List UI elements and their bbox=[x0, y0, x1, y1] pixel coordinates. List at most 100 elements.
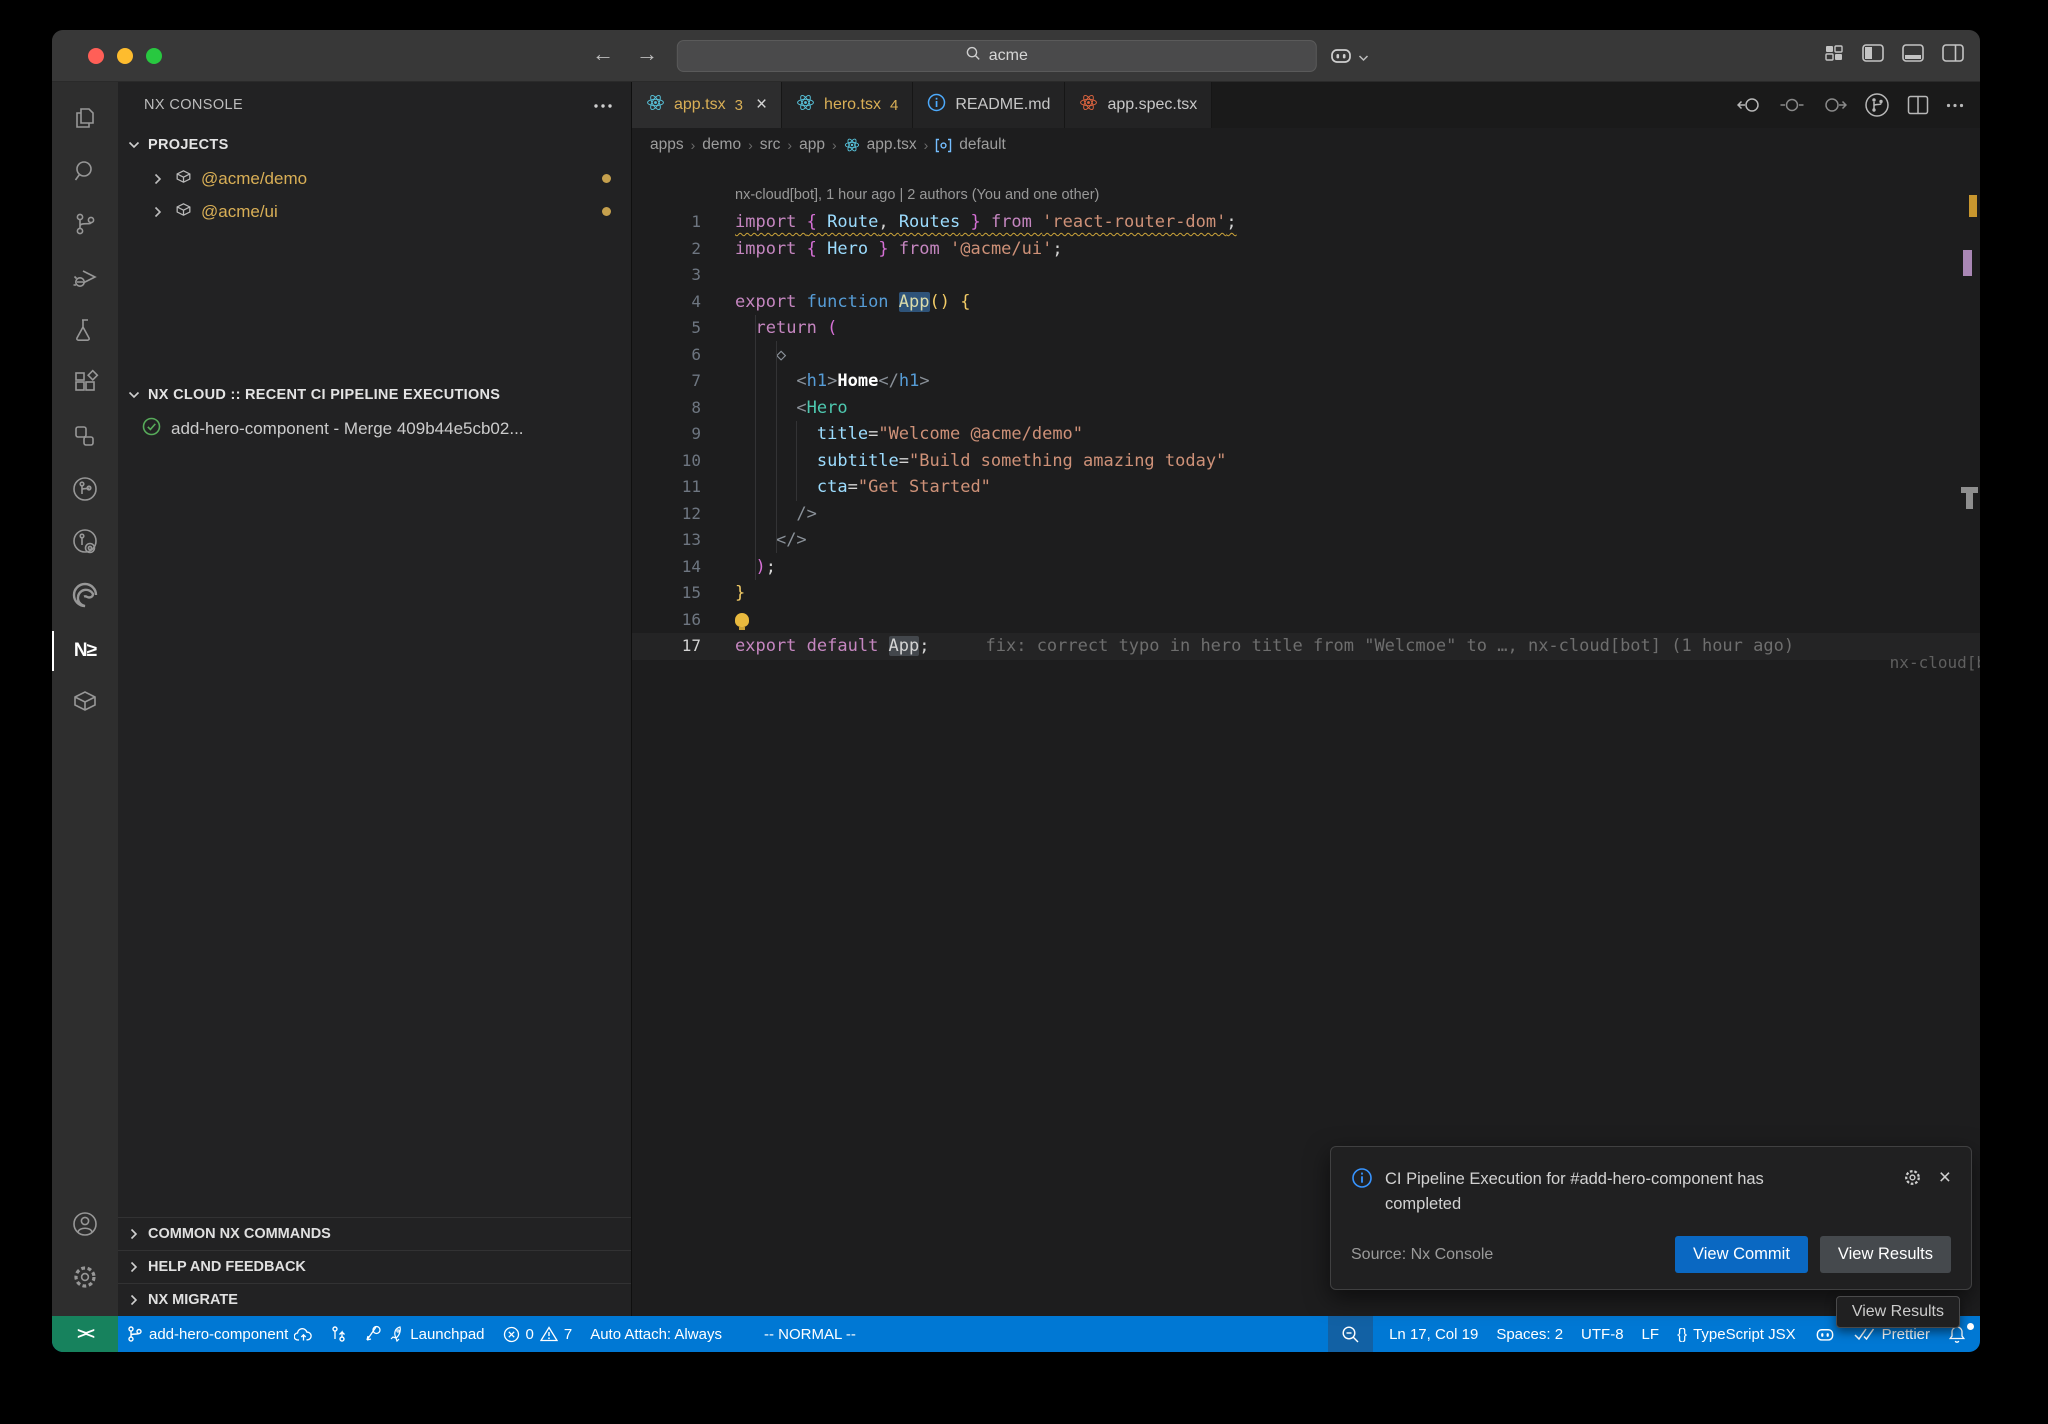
tab-app-spec-tsx[interactable]: app.spec.tsx bbox=[1065, 82, 1212, 128]
forward-button[interactable]: → bbox=[636, 41, 658, 67]
sidebar-item-nx-console[interactable]: N≥ bbox=[52, 624, 118, 677]
code-line-4[interactable]: 4export function App() { bbox=[632, 289, 1980, 316]
code-line-8[interactable]: 8 <Hero bbox=[632, 395, 1980, 422]
settings-gear-icon bbox=[70, 1262, 100, 1297]
section-projects[interactable]: PROJECTS bbox=[118, 128, 631, 162]
git-compare-icon bbox=[331, 1325, 346, 1343]
current-change-icon[interactable] bbox=[1780, 96, 1804, 114]
breadcrumb-item[interactable]: demo bbox=[702, 136, 741, 154]
view-commit-button[interactable]: View Commit bbox=[1675, 1236, 1808, 1273]
react-icon bbox=[1079, 93, 1098, 117]
zoom-window-button[interactable] bbox=[146, 48, 162, 64]
tab-hero-tsx[interactable]: hero.tsx 4 bbox=[782, 82, 913, 128]
language-status-item[interactable]: {} TypeScript JSX bbox=[1668, 1316, 1805, 1352]
notification-settings-gear-icon[interactable] bbox=[1902, 1167, 1923, 1193]
tab-readme-md[interactable]: README.md bbox=[913, 82, 1065, 128]
project-item-acme-demo[interactable]: @acme/demo bbox=[118, 162, 631, 195]
cursor-position-status-item[interactable]: Ln 17, Col 19 bbox=[1373, 1316, 1487, 1352]
remote-indicator[interactable]: >< bbox=[52, 1316, 118, 1352]
section-help-and-feedback[interactable]: HELP AND FEEDBACK bbox=[118, 1250, 631, 1283]
lightbulb-icon[interactable] bbox=[735, 613, 749, 627]
code-line-5[interactable]: 5 return ( bbox=[632, 315, 1980, 342]
chevron-right-icon bbox=[126, 1294, 142, 1306]
code-line-11[interactable]: 11 cta="Get Started" bbox=[632, 474, 1980, 501]
breadcrumb-item[interactable]: default bbox=[959, 136, 1006, 154]
sidebar-item-nx-cloud[interactable] bbox=[52, 465, 118, 518]
breadcrumb-item[interactable]: app bbox=[799, 136, 825, 154]
encoding-status-item[interactable]: UTF-8 bbox=[1572, 1316, 1633, 1352]
more-actions-icon[interactable] bbox=[1946, 103, 1964, 108]
close-icon[interactable]: × bbox=[756, 94, 767, 116]
breadcrumb-item[interactable]: app.tsx bbox=[867, 136, 917, 154]
sidebar-item-testing[interactable] bbox=[52, 306, 118, 359]
code-line-1[interactable]: 1import { Route, Routes } from 'react-ro… bbox=[632, 209, 1980, 236]
tab-app-tsx[interactable]: app.tsx 3 × bbox=[632, 82, 782, 128]
toggle-panel-icon[interactable] bbox=[1901, 43, 1925, 63]
eol-status-item[interactable]: LF bbox=[1633, 1316, 1669, 1352]
code-line-3[interactable]: 3 bbox=[632, 262, 1980, 289]
section-nx-cloud[interactable]: NX CLOUD :: RECENT CI PIPELINE EXECUTION… bbox=[118, 378, 631, 412]
view-results-button[interactable]: View Results bbox=[1820, 1236, 1951, 1273]
git-compare-status-item[interactable] bbox=[322, 1316, 355, 1352]
code-line-13[interactable]: 13 </> bbox=[632, 527, 1980, 554]
code-line-6[interactable]: 6 ◇ bbox=[632, 342, 1980, 369]
package-icon bbox=[174, 200, 193, 224]
project-item-acme-ui[interactable]: @acme/ui bbox=[118, 195, 631, 228]
previous-change-icon[interactable] bbox=[1737, 96, 1763, 114]
code-line-10[interactable]: 10 subtitle="Build something amazing tod… bbox=[632, 448, 1980, 475]
back-button[interactable]: ← bbox=[592, 41, 614, 67]
codelens-blame[interactable]: nx-cloud[bot], 1 hour ago | 2 authors (Y… bbox=[632, 182, 1980, 209]
code-line-15[interactable]: 15} bbox=[632, 580, 1980, 607]
settings-button[interactable] bbox=[52, 1253, 118, 1306]
code-line-9[interactable]: 9 title="Welcome @acme/demo" bbox=[632, 421, 1980, 448]
launchpad-status-item[interactable]: Launchpad bbox=[355, 1316, 493, 1352]
sidebar-item-extensions[interactable] bbox=[52, 359, 118, 412]
section-nx-migrate[interactable]: NX MIGRATE bbox=[118, 1283, 631, 1316]
split-editor-icon[interactable] bbox=[1907, 95, 1929, 115]
breadcrumb-item[interactable]: apps bbox=[650, 136, 684, 154]
sidebar-item-remote-explorer[interactable] bbox=[52, 412, 118, 465]
sidebar-item-edge-tools[interactable] bbox=[52, 571, 118, 624]
sidebar-item-gitlens[interactable] bbox=[52, 518, 118, 571]
sidebar-item-run-debug[interactable] bbox=[52, 253, 118, 306]
auto-attach-status-item[interactable]: Auto Attach: Always bbox=[581, 1316, 731, 1352]
accounts-button[interactable] bbox=[52, 1200, 118, 1253]
sidebar-item-source-control[interactable] bbox=[52, 200, 118, 253]
code-line-7[interactable]: 7 <h1>Home</h1> bbox=[632, 368, 1980, 395]
minimize-window-button[interactable] bbox=[117, 48, 133, 64]
code-line-2[interactable]: 2import { Hero } from '@acme/ui'; bbox=[632, 236, 1980, 263]
branch-status-item[interactable]: add-hero-component bbox=[118, 1316, 322, 1352]
sidebar-item-package-explorer[interactable] bbox=[52, 677, 118, 730]
code-line-16[interactable]: 16 bbox=[632, 607, 1980, 634]
customize-layout-icon[interactable] bbox=[1823, 44, 1845, 62]
info-icon bbox=[927, 93, 946, 117]
command-center-search[interactable]: acme bbox=[677, 40, 1317, 72]
problems-status-item[interactable]: 0 7 bbox=[494, 1316, 582, 1352]
code-line-12[interactable]: 12 /> bbox=[632, 501, 1980, 528]
toggle-primary-sidebar-icon[interactable] bbox=[1861, 43, 1885, 63]
section-common-nx-commands[interactable]: COMMON NX COMMANDS bbox=[118, 1217, 631, 1250]
line-number: 1 bbox=[632, 209, 735, 236]
sidebar-item-explorer[interactable] bbox=[52, 94, 118, 147]
commit-graph-icon[interactable] bbox=[1864, 92, 1890, 118]
pipeline-execution-item[interactable]: add-hero-component - Merge 409b44e5cb02.… bbox=[118, 412, 631, 446]
sidebar-item-search[interactable] bbox=[52, 147, 118, 200]
vim-mode-status-item[interactable]: -- NORMAL -- bbox=[755, 1316, 865, 1352]
zoom-status-item[interactable] bbox=[1328, 1316, 1373, 1352]
tab-bar: app.tsx 3 × hero.tsx 4 README.md app.spe… bbox=[632, 82, 1980, 128]
search-value: acme bbox=[989, 47, 1028, 65]
copilot-menu[interactable] bbox=[1328, 42, 1369, 73]
code-editor[interactable]: nx-cloud[bot], 1 hour ago | 2 authors (Y… bbox=[632, 162, 1980, 1316]
breadcrumb-item[interactable]: src bbox=[760, 136, 781, 154]
toggle-secondary-sidebar-icon[interactable] bbox=[1941, 43, 1965, 63]
notification-close-icon[interactable]: × bbox=[1939, 1167, 1951, 1188]
activity-bar: N≥ bbox=[52, 82, 118, 1316]
close-window-button[interactable] bbox=[88, 48, 104, 64]
notification-dot bbox=[1967, 1323, 1974, 1330]
code-line-14[interactable]: 14 ); bbox=[632, 554, 1980, 581]
more-actions-icon[interactable] bbox=[593, 97, 613, 113]
next-change-icon[interactable] bbox=[1821, 96, 1847, 114]
code-line-17[interactable]: 17export default App;fix: correct typo i… bbox=[632, 633, 1980, 660]
testing-icon bbox=[71, 316, 99, 349]
indentation-status-item[interactable]: Spaces: 2 bbox=[1487, 1316, 1572, 1352]
